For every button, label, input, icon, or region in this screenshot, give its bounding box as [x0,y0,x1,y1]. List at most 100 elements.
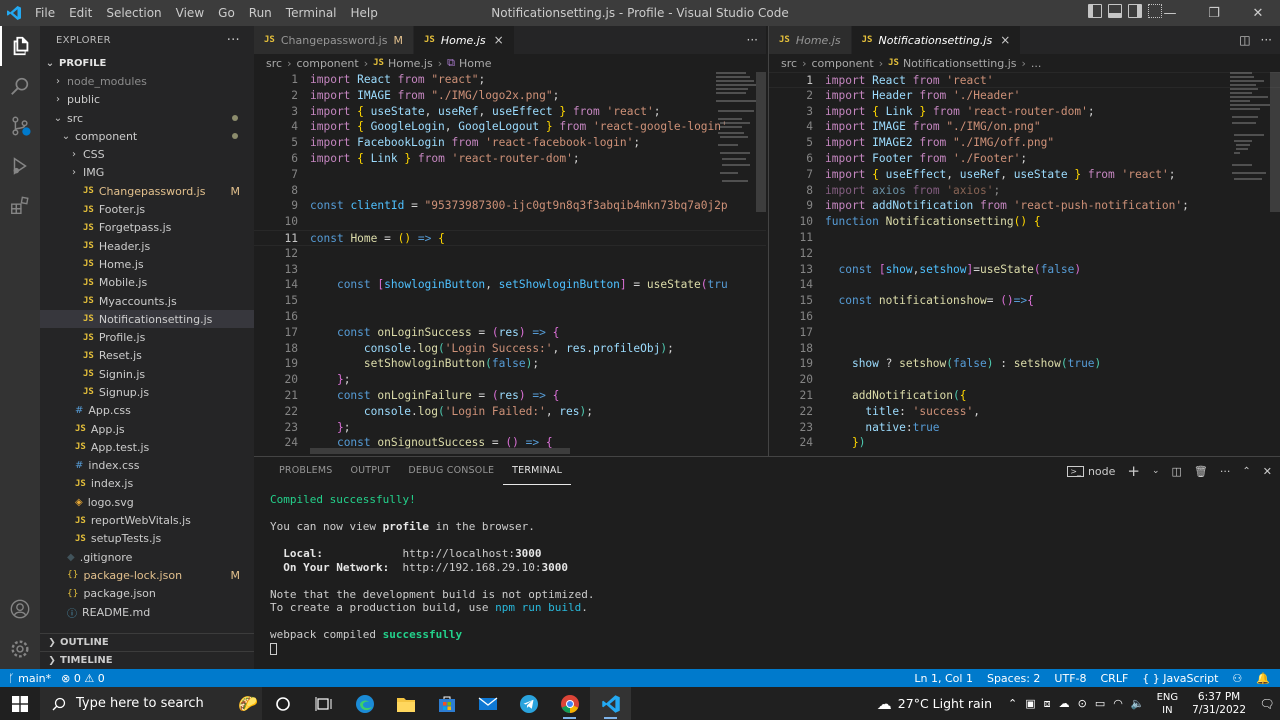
tab-home[interactable]: JS Home.js × [413,26,515,54]
tree-file[interactable]: ◆ .gitignore [40,548,254,566]
code-line[interactable]: 12 [769,246,1280,262]
tree-folder[interactable]: › node_modules [40,72,254,90]
tree-file[interactable]: {} package.json [40,585,254,603]
code-line[interactable]: 10 [254,214,766,230]
menu-edit[interactable]: Edit [62,0,99,26]
cursor-position[interactable]: Ln 1, Col 1 [914,672,973,685]
code-line[interactable]: 23 native:true [769,420,1280,436]
tree-file[interactable]: ⓘ README.md [40,603,254,621]
cortana-button[interactable] [262,687,303,720]
more-actions-button[interactable]: ··· [747,33,758,47]
code-line[interactable]: 3 import { useState, useRef, useEffect } … [254,104,766,120]
language-indicator[interactable]: ENG IN [1157,691,1179,717]
notification-center-icon[interactable]: 🗨 [1254,697,1280,711]
explorer-more-button[interactable]: ··· [227,33,240,48]
tree-folder[interactable]: › CSS [40,145,254,163]
volume-icon[interactable]: 🔈 [1131,697,1145,710]
toggle-sidebar-icon[interactable] [1088,4,1102,18]
extensions-activity[interactable] [0,186,40,226]
minimize-button[interactable]: — [1148,0,1192,26]
code-line[interactable]: 9 import addNotification from 'react-push… [769,198,1280,214]
split-terminal-icon[interactable]: ◫ [1172,465,1182,478]
code-line[interactable]: 8 import axios from 'axios'; [769,183,1280,199]
code-line[interactable]: 22 console.log('Login Failed:', res); [254,404,766,420]
code-line[interactable]: 3 import { Link } from 'react-router-dom'… [769,104,1280,120]
restore-button[interactable]: ❐ [1192,0,1236,26]
code-line[interactable]: 16 [254,309,766,325]
breadcrumb-item[interactable]: Home.js [388,57,433,70]
breadcrumb-item[interactable]: src [266,57,282,70]
problems-indicator[interactable]: ⊗ 0 ⚠ 0 [61,672,105,685]
code-line[interactable]: 13 [254,262,766,278]
code-line[interactable]: 11 [769,230,1280,246]
tree-file[interactable]: JS Profile.js [40,328,254,346]
breadcrumb-item[interactable]: component [296,57,358,70]
line-ending[interactable]: CRLF [1101,672,1129,685]
tree-file[interactable]: JS Header.js [40,237,254,255]
tree-file[interactable]: JS setupTests.js [40,530,254,548]
tree-file[interactable]: JS index.js [40,475,254,493]
explorer-activity[interactable] [0,26,40,66]
tree-file[interactable]: JS reportWebVitals.js [40,511,254,529]
maximize-panel-icon[interactable]: ⌃ [1242,466,1250,477]
minimap[interactable] [716,72,756,202]
tab-output[interactable]: OUTPUT [341,457,399,485]
accounts-activity[interactable] [0,589,40,629]
code-line[interactable]: 24 }) [769,435,1280,451]
menu-terminal[interactable]: Terminal [279,0,344,26]
tree-folder[interactable]: › public [40,91,254,109]
code-line[interactable]: 7 [254,167,766,183]
breadcrumb-item[interactable]: component [811,57,873,70]
tab-terminal[interactable]: TERMINAL [503,457,572,485]
file-explorer-app[interactable] [385,687,426,720]
chrome-app[interactable] [549,687,590,720]
tree-file[interactable]: JS Notificationsetting.js [40,310,254,329]
tab-debug-console[interactable]: DEBUG CONSOLE [399,457,503,485]
menu-file[interactable]: File [28,0,62,26]
code-line[interactable]: 17 const onLoginSuccess = (res) => { [254,325,766,341]
code-line[interactable]: 21 addNotification({ [769,388,1280,404]
show-hidden-icons[interactable]: ⌃ [1008,697,1017,710]
code-line[interactable]: 19 setShowloginButton(false); [254,356,766,372]
code-line[interactable]: 13 const [show,setshow]=useState(false) [769,262,1280,278]
tab-problems[interactable]: PROBLEMS [270,457,341,485]
telegram-app[interactable] [508,687,549,720]
tray-app-icon[interactable]: ▣ [1025,697,1035,710]
code-line[interactable]: 2 import Header from './Header' [769,88,1280,104]
tree-file[interactable]: {} package-lock.json M [40,566,254,584]
tree-folder[interactable]: › IMG [40,164,254,182]
code-line[interactable]: 1 import React from 'react' [769,72,1280,88]
more-actions-button[interactable]: ··· [1261,33,1272,47]
code-line[interactable]: 1 import React from "react"; [254,72,766,88]
workspace-root[interactable]: ⌄ PROFILE [40,54,254,72]
breadcrumb-item[interactable]: Notificationsetting.js [903,57,1017,70]
code-line[interactable]: 10 function Notificationsetting() { [769,214,1280,230]
menu-run[interactable]: Run [242,0,279,26]
tree-file[interactable]: JS Forgetpass.js [40,219,254,237]
menu-help[interactable]: Help [344,0,385,26]
battery-icon[interactable]: ▭ [1095,697,1105,710]
tree-file[interactable]: ◈ logo.svg [40,493,254,511]
tree-file[interactable]: JS Home.js [40,255,254,273]
code-editor-right[interactable]: 1 import React from 'react' 2 import Header… [769,72,1280,451]
code-line[interactable]: 6 import Footer from './Footer'; [769,151,1280,167]
breadcrumb-item[interactable]: src [781,57,797,70]
wifi-icon[interactable]: ◠ [1113,697,1123,710]
vertical-scrollbar[interactable] [1270,72,1280,212]
edge-app[interactable] [344,687,385,720]
minimap[interactable] [1230,72,1270,202]
tree-file[interactable]: JS Signup.js [40,383,254,401]
encoding[interactable]: UTF-8 [1054,672,1086,685]
source-control-activity[interactable] [0,106,40,146]
code-line[interactable]: 4 import { GoogleLogin, GoogleLogout } fr… [254,119,766,135]
code-line[interactable]: 16 [769,309,1280,325]
tree-file[interactable]: JS Footer.js [40,200,254,218]
manage-activity[interactable] [0,629,40,669]
tab-notificationsetting[interactable]: JS Notificationsetting.js × [851,26,1022,54]
terminal-output[interactable]: Compiled successfully! You can now view p… [254,485,1280,663]
tray-app-icon[interactable]: ⧈ [1044,697,1051,711]
trash-icon[interactable]: 🗑 [1194,465,1208,478]
onedrive-icon[interactable]: ☁ [1059,697,1070,710]
code-line[interactable]: 6 import { Link } from 'react-router-dom'… [254,151,766,167]
tree-file[interactable]: JS Mobile.js [40,274,254,292]
